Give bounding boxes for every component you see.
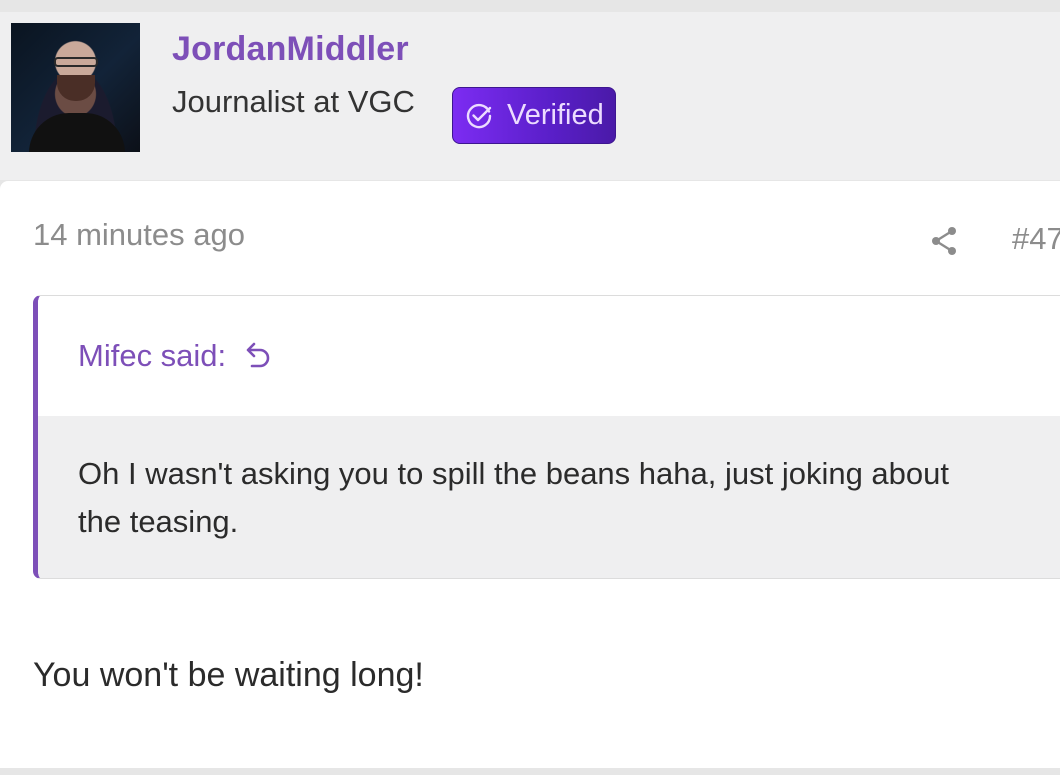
avatar-glasses bbox=[54, 57, 98, 67]
quote-header: Mifec said: bbox=[38, 296, 1060, 416]
avatar[interactable] bbox=[11, 23, 140, 152]
quote-text: Oh I wasn't asking you to spill the bean… bbox=[78, 456, 950, 539]
verified-label: Verified bbox=[507, 99, 604, 131]
quote-block: Mifec said: Oh I wasn't asking you to sp… bbox=[33, 295, 1060, 579]
avatar-beard bbox=[57, 75, 95, 101]
check-circle-icon bbox=[466, 103, 492, 128]
user-info-bar: JordanMiddler Journalist at VGC Verified bbox=[0, 12, 1060, 180]
quote-author-link[interactable]: Mifec said: bbox=[78, 338, 272, 374]
share-icon[interactable] bbox=[928, 225, 960, 257]
quote-body: Oh I wasn't asking you to spill the bean… bbox=[38, 416, 1060, 578]
post-card: 14 minutes ago #47 Mifec said: Oh I wasn… bbox=[0, 181, 1060, 768]
post-number-link[interactable]: #47 bbox=[1012, 221, 1060, 257]
arrow-return-icon[interactable] bbox=[244, 341, 272, 371]
quote-author-label: Mifec said: bbox=[78, 338, 227, 373]
verified-badge: Verified bbox=[452, 87, 616, 144]
username-link[interactable]: JordanMiddler bbox=[172, 30, 409, 69]
post-message: You won't be waiting long! bbox=[33, 656, 424, 694]
post-timestamp[interactable]: 14 minutes ago bbox=[33, 217, 245, 253]
user-title: Journalist at VGC bbox=[172, 84, 415, 119]
avatar-shirt bbox=[29, 113, 125, 152]
